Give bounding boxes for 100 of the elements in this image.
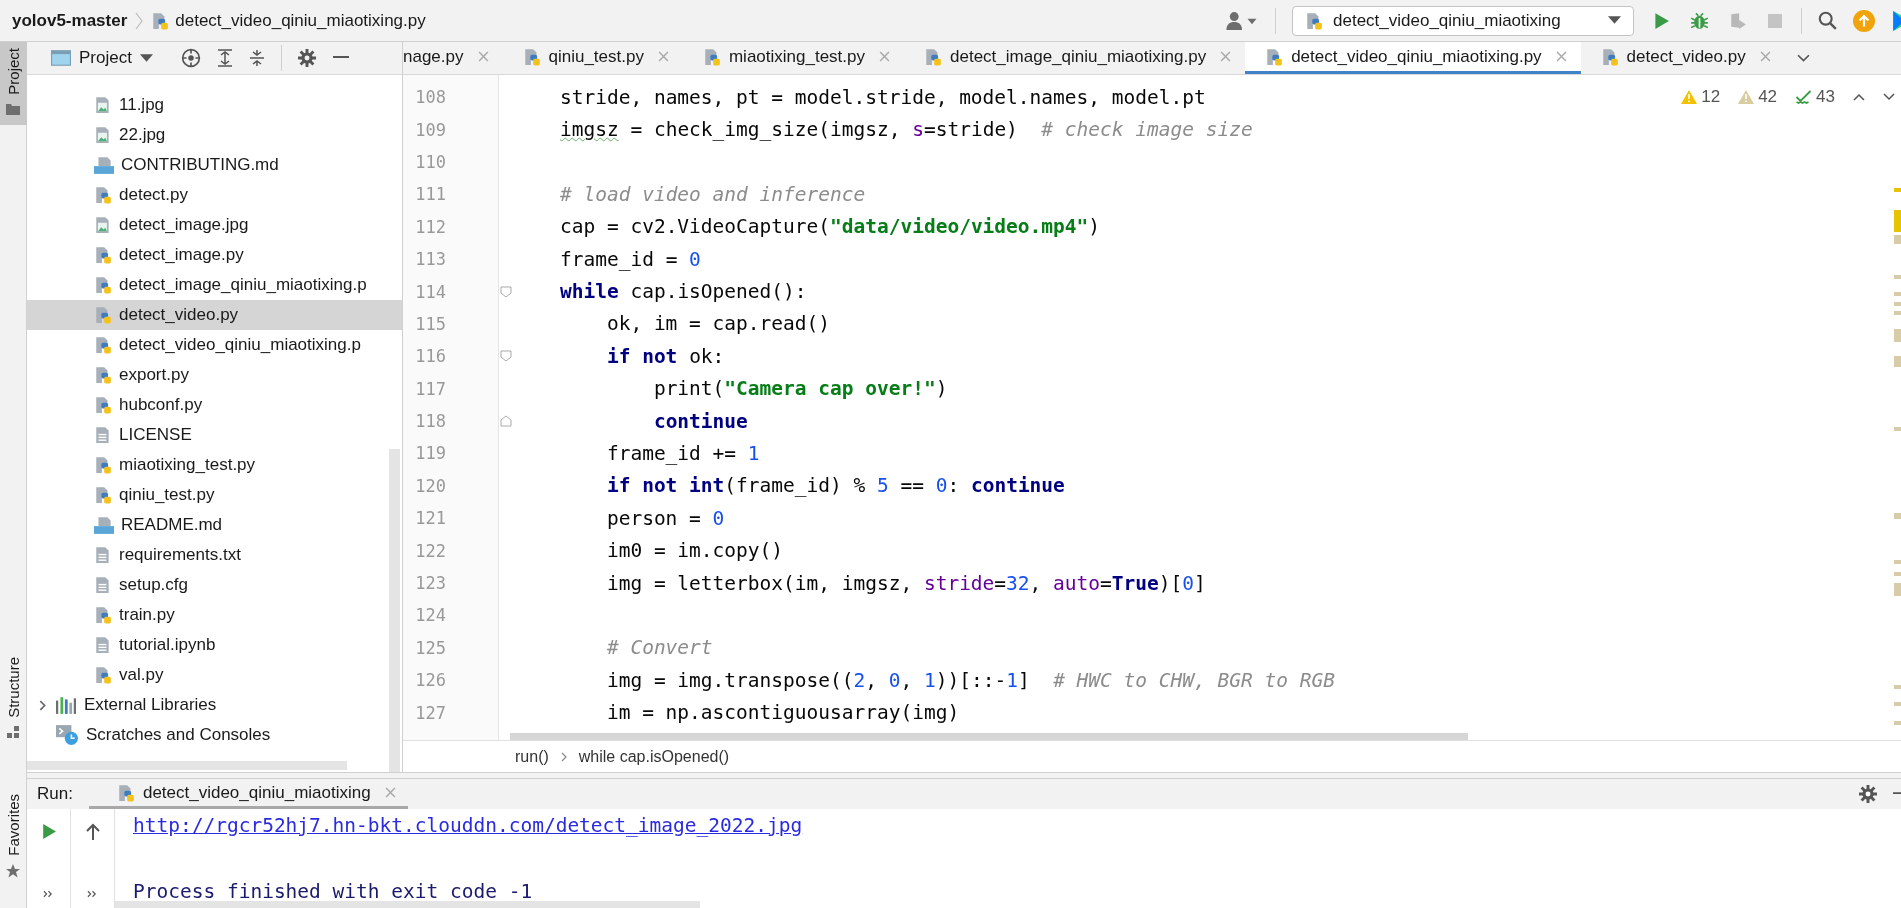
tree-item[interactable]: detect_image.py — [27, 240, 402, 270]
python-file-icon — [924, 47, 943, 66]
tree-item[interactable]: detect_image.jpg — [27, 210, 402, 240]
line-number: 126 — [414, 670, 446, 691]
side-tab[interactable]: Favorites — [0, 788, 27, 888]
tree-item[interactable]: detect.py — [27, 180, 402, 210]
line-number: 120 — [414, 475, 446, 496]
window-icon — [51, 50, 71, 66]
more-icon[interactable] — [43, 890, 54, 898]
side-tab[interactable]: Structure — [0, 651, 27, 749]
tree-item[interactable]: miaotixing_test.py — [27, 450, 402, 480]
tree-item[interactable]: 11.jpg — [27, 90, 402, 120]
inspection-count[interactable]: 12 — [1681, 87, 1721, 107]
file-breadcrumb[interactable]: detect_video_qiniu_miaotixing.py — [151, 10, 426, 31]
tree-item[interactable]: detect_video.py — [27, 300, 402, 330]
user-icon[interactable] — [1225, 10, 1259, 31]
python-file-icon — [94, 666, 112, 684]
editor-tab[interactable]: qiniu_test.py — [502, 42, 683, 74]
code-line: imgsz = check_img_size(imgsz, s=stride) # check image size — [558, 118, 1253, 142]
editor-tab[interactable]: detect_video.py — [1580, 42, 1785, 74]
line-number: 108 — [414, 87, 446, 108]
next-icon[interactable] — [1883, 93, 1895, 101]
tree-item[interactable]: train.py — [27, 600, 402, 630]
collapse-all-icon[interactable] — [248, 49, 265, 67]
caret-icon — [1608, 16, 1621, 25]
debug-button[interactable] — [1688, 11, 1711, 30]
python-file-icon — [94, 276, 112, 294]
settings-icon[interactable] — [1859, 785, 1877, 803]
side-tab[interactable]: Project — [0, 42, 27, 125]
close-icon[interactable] — [477, 51, 489, 62]
scrollbar-thumb[interactable] — [389, 449, 400, 772]
minimize-icon[interactable] — [331, 56, 350, 60]
tree-item[interactable]: External Libraries — [27, 690, 402, 720]
breadcrumb[interactable]: while cap.isOpened() — [578, 747, 730, 766]
up-arrow-icon[interactable] — [84, 823, 101, 841]
project-view-dropdown[interactable]: Project — [51, 48, 153, 68]
close-icon[interactable] — [1759, 51, 1771, 62]
scrollbar-thumb[interactable] — [27, 761, 347, 770]
breadcrumb[interactable]: run() — [515, 747, 549, 766]
output-line: Process finished with exit code -1 — [133, 880, 533, 903]
tree-item[interactable]: LICENSE — [27, 420, 402, 450]
image-file-icon — [94, 96, 112, 114]
image-file-icon — [94, 126, 112, 144]
previous-icon[interactable] — [1853, 93, 1865, 101]
tree-item[interactable]: detect_image_qiniu_miaotixing.p — [27, 270, 402, 300]
line-number: 115 — [414, 313, 446, 334]
tree-item[interactable]: setup.cfg — [27, 570, 402, 600]
search-icon[interactable] — [1818, 11, 1837, 30]
close-icon[interactable] — [657, 51, 669, 62]
line-number: 109 — [414, 119, 446, 140]
line-number: 122 — [414, 540, 446, 561]
close-icon[interactable] — [384, 787, 396, 798]
locate-icon[interactable] — [180, 48, 201, 68]
console-clock-icon — [56, 725, 78, 745]
run-tab[interactable]: detect_video_qiniu_miaotixing — [88, 779, 408, 809]
tree-item[interactable]: Scratches and Consoles — [27, 720, 402, 750]
inspection-count[interactable]: 42 — [1738, 87, 1778, 107]
inspection-count[interactable]: 43 — [1795, 87, 1835, 107]
more-icon[interactable] — [87, 890, 98, 898]
fold-marker-icon[interactable] — [500, 415, 512, 428]
close-icon[interactable] — [879, 51, 891, 62]
scrollbar-thumb[interactable] — [115, 901, 700, 908]
tree-item[interactable]: 22.jpg — [27, 120, 402, 150]
expand-chevron-icon[interactable] — [37, 699, 48, 711]
editor-tab[interactable]: detect_image_qiniu_miaotixing.py — [904, 42, 1246, 74]
tree-item[interactable]: tutorial.ipynb — [27, 630, 402, 660]
tree-item[interactable]: qiniu_test.py — [27, 480, 402, 510]
tree-item[interactable]: detect_video_qiniu_miaotixing.p — [27, 330, 402, 360]
output-link[interactable]: http://rgcr52hj7.hn-bkt.clouddn.com/detect_image_2022.jpg — [133, 814, 803, 837]
editor-tab[interactable]: detect_video_qiniu_miaotixing.py — [1245, 42, 1581, 74]
project-name[interactable]: yolov5-master — [12, 10, 128, 31]
line-number: 125 — [414, 637, 446, 658]
star-icon — [6, 864, 20, 878]
tree-item[interactable]: CONTRIBUTING.md — [27, 150, 402, 180]
editor-tab[interactable]: miaotixing_test.py — [682, 42, 905, 74]
tree-item[interactable]: README.md — [27, 510, 402, 540]
editor-tab[interactable]: nage.py — [403, 42, 503, 74]
fold-marker-icon[interactable] — [500, 350, 512, 363]
rerun-icon[interactable] — [40, 823, 57, 840]
image-file-icon — [94, 216, 112, 234]
close-icon[interactable] — [1220, 51, 1232, 62]
line-number: 119 — [414, 443, 446, 464]
python-file-icon — [1265, 47, 1284, 66]
fold-marker-icon[interactable] — [500, 285, 512, 298]
python-file-icon — [94, 306, 112, 324]
python-file-icon — [1305, 11, 1323, 30]
tree-item[interactable]: hubconf.py — [27, 390, 402, 420]
run-config-dropdown[interactable]: detect_video_qiniu_miaotixing — [1292, 5, 1634, 36]
settings-icon[interactable] — [297, 49, 316, 67]
expand-all-icon[interactable] — [216, 49, 233, 67]
scrollbar-thumb[interactable] — [510, 733, 1468, 740]
tree-item[interactable]: export.py — [27, 360, 402, 390]
tab-list-chevron-icon[interactable] — [1796, 53, 1810, 63]
close-icon[interactable] — [1555, 51, 1567, 62]
run-label: Run: — [37, 784, 73, 804]
tree-item[interactable]: requirements.txt — [27, 540, 402, 570]
update-icon[interactable] — [1853, 9, 1875, 32]
python-file-icon — [702, 47, 721, 66]
tree-item[interactable]: val.py — [27, 660, 402, 690]
line-number: 117 — [414, 378, 446, 399]
